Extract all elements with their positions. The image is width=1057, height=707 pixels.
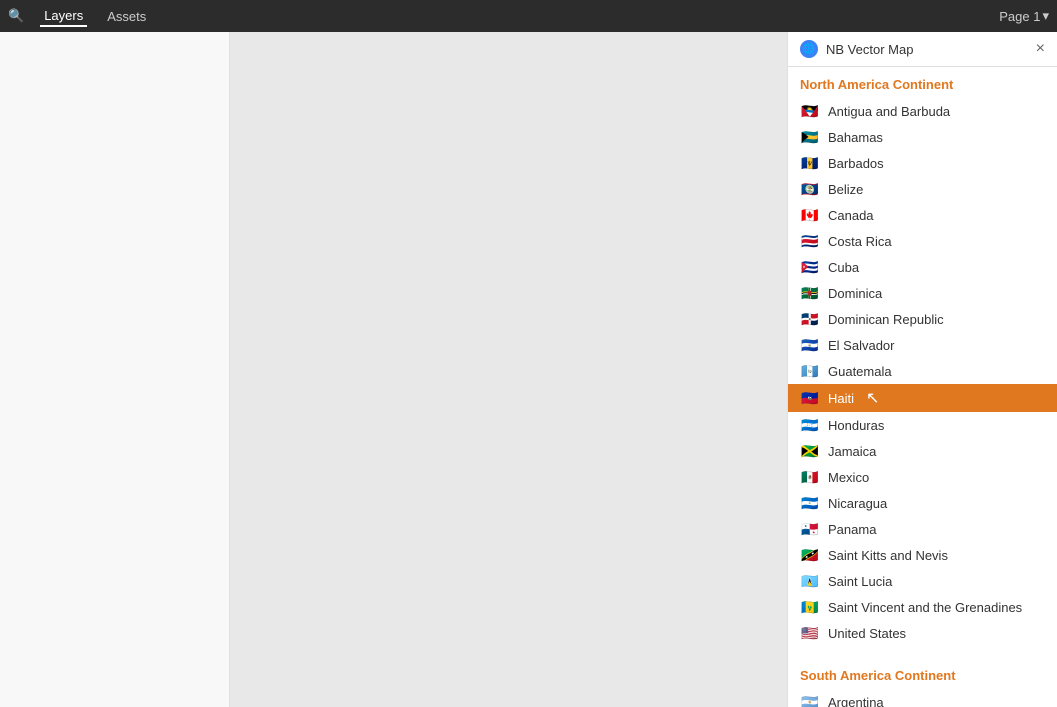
flag-icon: 🇩🇲	[800, 286, 820, 300]
list-item[interactable]: 🇸🇻 El Salvador	[788, 332, 1057, 358]
flag-icon: 🇬🇹	[800, 364, 820, 378]
section-south-america: South America Continent	[788, 658, 1057, 689]
chevron-down-icon: ▾	[1042, 8, 1049, 24]
flag-icon: 🇨🇺	[800, 260, 820, 274]
country-name: United States	[828, 626, 906, 641]
list-item-haiti[interactable]: 🇭🇹 Haiti ↖	[788, 384, 1057, 412]
country-name: El Salvador	[828, 338, 894, 353]
flag-icon: 🇭🇳	[800, 418, 820, 432]
search-icon[interactable]: 🔍	[8, 8, 24, 24]
country-name: Cuba	[828, 260, 859, 275]
country-name: Guatemala	[828, 364, 892, 379]
country-name: Honduras	[828, 418, 884, 433]
tab-layers[interactable]: Layers	[40, 6, 87, 27]
country-name: Saint Kitts and Nevis	[828, 548, 948, 563]
list-item[interactable]: 🇨🇷 Costa Rica	[788, 228, 1057, 254]
list-item[interactable]: 🇧🇸 Bahamas	[788, 124, 1057, 150]
country-name: Costa Rica	[828, 234, 892, 249]
flag-icon: 🇩🇴	[800, 312, 820, 326]
country-name: Panama	[828, 522, 876, 537]
country-name: Mexico	[828, 470, 869, 485]
panel-icon: 🌐	[800, 40, 818, 58]
flag-icon: 🇰🇳	[800, 548, 820, 562]
panel-title: NB Vector Map	[826, 42, 1028, 57]
list-item[interactable]: 🇱🇨 Saint Lucia	[788, 568, 1057, 594]
panel: 🌐 NB Vector Map × North America Continen…	[787, 32, 1057, 707]
country-name: Belize	[828, 182, 863, 197]
flag-icon: 🇵🇦	[800, 522, 820, 536]
list-item[interactable]: 🇯🇲 Jamaica	[788, 438, 1057, 464]
flag-icon: 🇨🇷	[800, 234, 820, 248]
list-item[interactable]: 🇨🇦 Canada	[788, 202, 1057, 228]
panel-header: 🌐 NB Vector Map ×	[788, 32, 1057, 67]
country-name: Canada	[828, 208, 874, 223]
country-name: Saint Lucia	[828, 574, 892, 589]
list-item[interactable]: 🇵🇦 Panama	[788, 516, 1057, 542]
list-item[interactable]: 🇦🇬 Antigua and Barbuda	[788, 98, 1057, 124]
list-item[interactable]: 🇩🇲 Dominica	[788, 280, 1057, 306]
page-selector[interactable]: Page 1 ▾	[999, 8, 1049, 24]
list-item[interactable]: 🇰🇳 Saint Kitts and Nevis	[788, 542, 1057, 568]
top-bar: 🔍 Layers Assets Page 1 ▾	[0, 0, 1057, 32]
list-item[interactable]: 🇺🇸 United States	[788, 620, 1057, 646]
list-item[interactable]: 🇩🇴 Dominican Republic	[788, 306, 1057, 332]
panel-body[interactable]: North America Continent 🇦🇬 Antigua and B…	[788, 67, 1057, 707]
country-name: Saint Vincent and the Grenadines	[828, 600, 1022, 615]
flag-icon: 🇯🇲	[800, 444, 820, 458]
flag-icon: 🇧🇧	[800, 156, 820, 170]
country-name: Argentina	[828, 695, 884, 707]
flag-icon: 🇱🇨	[800, 574, 820, 588]
country-name: Barbados	[828, 156, 884, 171]
flag-icon: 🇻🇨	[800, 600, 820, 614]
flag-icon: 🇧🇸	[800, 130, 820, 144]
flag-icon: 🇭🇹	[800, 391, 820, 405]
flag-icon: 🇲🇽	[800, 470, 820, 484]
list-item[interactable]: 🇨🇺 Cuba	[788, 254, 1057, 280]
flag-icon: 🇨🇦	[800, 208, 820, 222]
list-item[interactable]: 🇧🇿 Belize	[788, 176, 1057, 202]
canvas-area	[230, 32, 787, 707]
cursor-icon: ↖	[866, 388, 879, 408]
left-sidebar	[0, 32, 230, 707]
list-item[interactable]: 🇧🇧 Barbados	[788, 150, 1057, 176]
flag-icon: 🇳🇮	[800, 496, 820, 510]
tab-assets[interactable]: Assets	[103, 7, 150, 26]
country-name: Bahamas	[828, 130, 883, 145]
globe-icon: 🌐	[803, 44, 815, 55]
list-item[interactable]: 🇭🇳 Honduras	[788, 412, 1057, 438]
close-icon[interactable]: ×	[1036, 41, 1045, 57]
country-name: Antigua and Barbuda	[828, 104, 950, 119]
country-name: Dominican Republic	[828, 312, 944, 327]
section-north-america: North America Continent	[788, 67, 1057, 98]
flag-icon: 🇸🇻	[800, 338, 820, 352]
list-item[interactable]: 🇻🇨 Saint Vincent and the Grenadines	[788, 594, 1057, 620]
flag-icon: 🇺🇸	[800, 626, 820, 640]
page-label: Page 1	[999, 9, 1040, 24]
flag-icon: 🇧🇿	[800, 182, 820, 196]
list-item[interactable]: 🇳🇮 Nicaragua	[788, 490, 1057, 516]
list-item[interactable]: 🇬🇹 Guatemala	[788, 358, 1057, 384]
list-item[interactable]: 🇲🇽 Mexico	[788, 464, 1057, 490]
country-name: Nicaragua	[828, 496, 887, 511]
country-name: Haiti	[828, 391, 854, 406]
country-name: Dominica	[828, 286, 882, 301]
flag-icon: 🇦🇷	[800, 695, 820, 707]
country-name: Jamaica	[828, 444, 876, 459]
main-area: 🌐 NB Vector Map × North America Continen…	[0, 32, 1057, 707]
flag-icon: 🇦🇬	[800, 104, 820, 118]
list-item[interactable]: 🇦🇷 Argentina	[788, 689, 1057, 707]
